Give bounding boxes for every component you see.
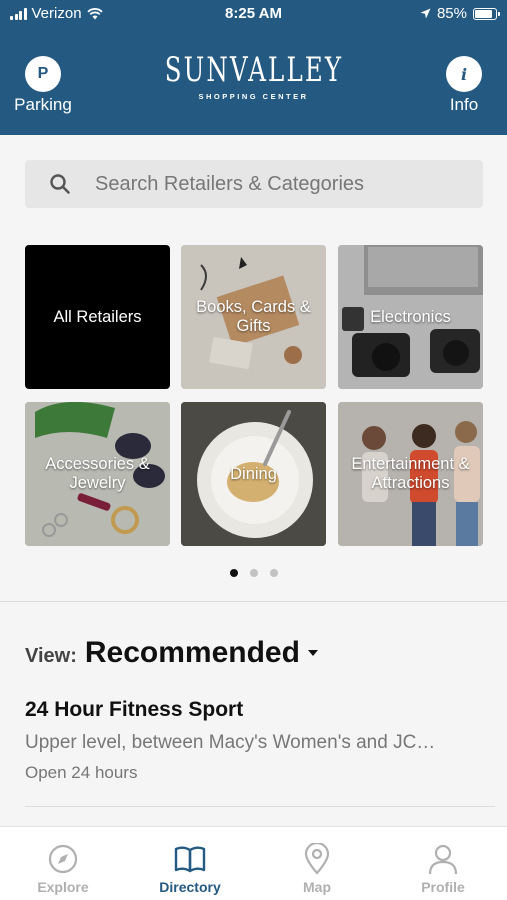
search-bar[interactable]: Search Retailers & Categories	[25, 160, 483, 208]
tab-directory[interactable]: Directory	[135, 843, 245, 895]
category-dining[interactable]: Dining	[181, 402, 326, 546]
category-accessories-jewelry[interactable]: Accessories & Jewelry	[25, 402, 170, 546]
battery-percent: 85%	[436, 5, 467, 22]
info-label: Info	[449, 95, 479, 114]
tab-explore[interactable]: Explore	[8, 843, 118, 895]
page-dot[interactable]	[269, 569, 278, 577]
map-pin-icon	[304, 843, 330, 875]
location-arrow-icon	[420, 8, 431, 19]
category-all-retailers[interactable]: All Retailers	[25, 245, 170, 389]
tab-bar: Explore Directory Map Profile	[0, 826, 507, 900]
logo-wordmark: SUNVALLEY	[164, 50, 343, 90]
info-icon: i	[446, 56, 482, 92]
category-pagination	[0, 569, 507, 577]
page-dot[interactable]	[229, 569, 238, 577]
section-divider	[0, 601, 507, 602]
retailer-name: 24 Hour Fitness Sport	[25, 698, 244, 721]
category-label: Entertainment & Attractions	[351, 455, 470, 492]
category-entertainment-attractions[interactable]: Entertainment & Attractions	[338, 402, 483, 546]
category-label: All Retailers	[53, 307, 142, 326]
category-books-cards-gifts[interactable]: Books, Cards & Gifts	[181, 245, 326, 389]
battery-icon	[473, 7, 500, 20]
status-right: 85%	[420, 5, 500, 22]
status-bar: Verizon 8:25 AM 85%	[0, 0, 507, 28]
person-icon	[428, 844, 458, 875]
page-dot[interactable]	[249, 569, 258, 577]
compass-icon	[48, 844, 78, 874]
retailer-hours: Open 24 hours	[25, 763, 138, 782]
search-icon	[50, 174, 70, 194]
book-icon	[174, 846, 206, 873]
retailer-location: Upper level, between Macy's Women's and …	[25, 732, 436, 753]
view-selector[interactable]: View: Recommended	[25, 636, 318, 670]
search-placeholder: Search Retailers & Categories	[95, 172, 365, 195]
info-button[interactable]: i Info	[429, 56, 499, 115]
tab-label: Profile	[421, 879, 465, 895]
tab-label: Explore	[37, 879, 89, 895]
category-label: Books, Cards & Gifts	[196, 298, 311, 335]
app-header: Verizon 8:25 AM 85% P Parking SUNVALLEY …	[0, 0, 507, 135]
tab-map[interactable]: Map	[262, 843, 372, 895]
category-label: Dining	[230, 464, 277, 483]
category-electronics[interactable]: Electronics	[338, 245, 483, 389]
tab-profile[interactable]: Profile	[388, 843, 498, 895]
chevron-down-icon	[307, 650, 318, 656]
list-divider	[25, 806, 495, 807]
view-value: Recommended	[84, 636, 300, 669]
tab-label: Directory	[159, 879, 221, 895]
tab-label: Map	[303, 879, 331, 895]
category-label: Electronics	[370, 307, 451, 326]
list-item[interactable]: 24 Hour Fitness Sport Upper level, betwe…	[25, 698, 485, 783]
view-label: View:	[25, 645, 77, 667]
category-label: Accessories & Jewelry	[45, 455, 150, 492]
